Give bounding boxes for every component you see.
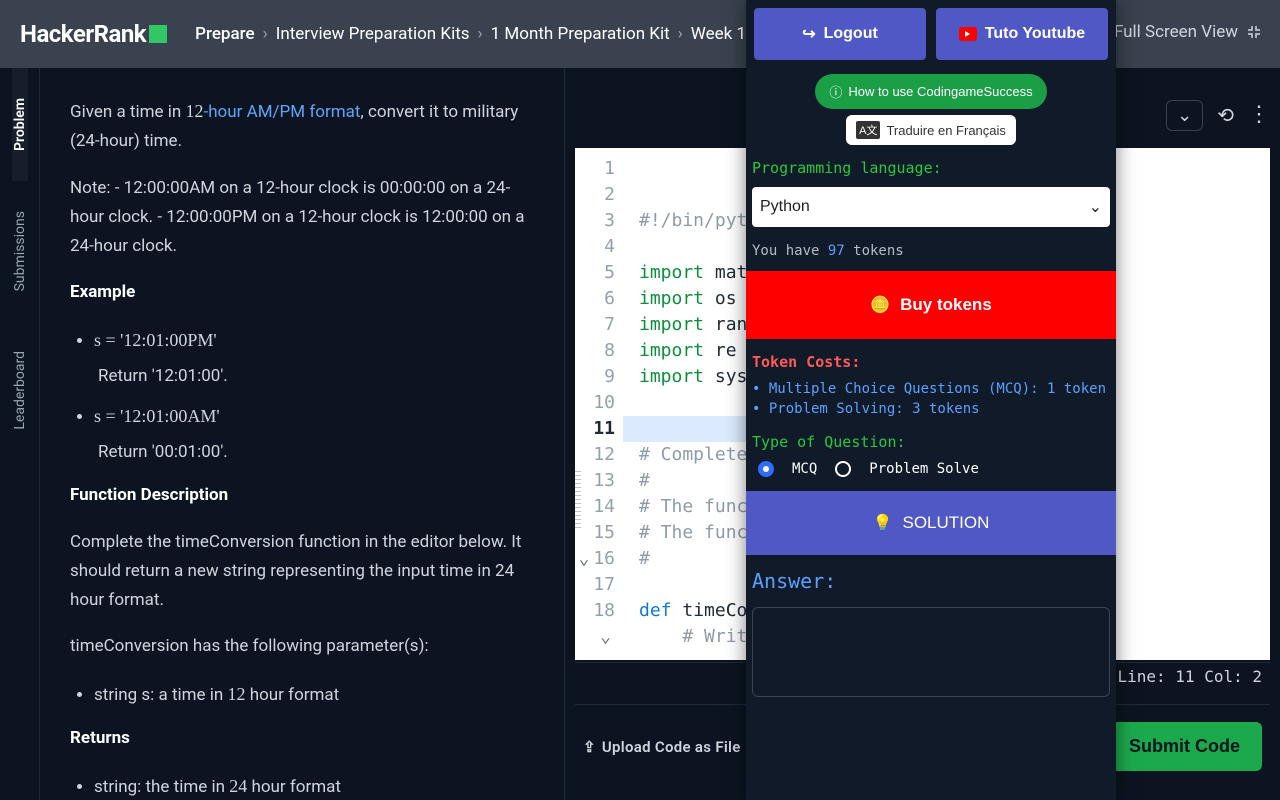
- chevron-down-icon: ⌄: [1089, 197, 1102, 217]
- language-label: Programming language:: [746, 151, 1116, 183]
- problem-pane[interactable]: Given a time in 12-hour AM/PM format, co…: [40, 68, 565, 800]
- editor-toolbar: ⌄ ⟲ ⋮: [1166, 90, 1270, 140]
- extension-panel: ↪ Logout Tuto Youtube ⓘ How to use Codin…: [746, 0, 1116, 800]
- param-list: string s: a time in 12 hour format: [70, 679, 536, 710]
- line-gutter: 1234567 891011 12131415 ⌄161718⌄: [575, 148, 623, 660]
- tab-leaderboard[interactable]: Leaderboard: [12, 321, 28, 460]
- translate-label: Traduire en Français: [886, 123, 1005, 138]
- how-to-use-button[interactable]: ⓘ How to use CodingameSuccess: [815, 74, 1046, 109]
- example-input: s = '12:01:00AM': [94, 406, 220, 426]
- coins-icon: 🪙: [870, 295, 890, 315]
- breadcrumb-item[interactable]: Interview Preparation Kits: [276, 24, 470, 44]
- logout-label: Logout: [824, 25, 878, 43]
- chevron-right-icon: ›: [478, 24, 483, 44]
- collapse-icon: [1246, 24, 1262, 40]
- text: You have: [752, 243, 828, 259]
- solution-button[interactable]: 💡 SOLUTION: [746, 491, 1116, 555]
- radio-mcq[interactable]: [758, 461, 774, 477]
- example-output: Return '00:01:00'.: [98, 438, 536, 467]
- logo[interactable]: HackerRank: [20, 20, 167, 48]
- translate-icon: A文: [856, 121, 880, 139]
- lightbulb-icon: 💡: [873, 513, 893, 533]
- list-item: s = '12:01:00PM' Return '12:01:00'.: [94, 325, 536, 391]
- youtube-icon: [959, 27, 977, 41]
- question-type-radios: MCQ Problem Solve: [746, 461, 1116, 491]
- tokens-line: You have 97 tokens: [746, 237, 1116, 265]
- token-costs-heading: Token Costs:: [746, 345, 1116, 379]
- chevron-right-icon: ›: [263, 24, 268, 44]
- type-of-question-label: Type of Question:: [746, 419, 1116, 461]
- youtube-label: Tuto Youtube: [985, 25, 1085, 43]
- exit-fullscreen-label: it Full Screen View: [1100, 22, 1238, 42]
- text: hour format: [246, 685, 340, 705]
- radio-ps-label: Problem Solve: [869, 461, 979, 477]
- gutter-drag-icon[interactable]: [575, 468, 581, 528]
- problem-intro: Given a time in 12-hour AM/PM format, co…: [70, 96, 536, 156]
- example-output: Return '12:01:00'.: [98, 362, 536, 391]
- answer-textarea[interactable]: [752, 607, 1110, 697]
- language-select[interactable]: Python ⌄: [752, 187, 1110, 227]
- radio-mcq-label: MCQ: [792, 461, 817, 477]
- logout-button[interactable]: ↪ Logout: [754, 8, 926, 60]
- translate-button[interactable]: A文 Traduire en Français: [846, 115, 1016, 145]
- more-menu-icon[interactable]: ⋮: [1248, 104, 1270, 126]
- returns-list: string: the time in 24 hour format: [70, 771, 536, 800]
- upload-icon: ⇪: [583, 738, 596, 756]
- logo-square-icon: [149, 25, 167, 43]
- text: string: the time in: [94, 777, 229, 797]
- heading-function-description: Function Description: [70, 485, 228, 505]
- breadcrumb: Prepare › Interview Preparation Kits › 1…: [195, 24, 759, 44]
- cost-line: • Multiple Choice Questions (MCQ): 1 tok…: [746, 379, 1116, 399]
- text: 12: [228, 684, 246, 704]
- text: 12: [186, 101, 204, 121]
- upload-code-button[interactable]: ⇪ Upload Code as File: [583, 738, 741, 756]
- list-item: s = '12:01:00AM' Return '00:01:00'.: [94, 401, 536, 467]
- answer-label: Answer:: [746, 555, 1116, 603]
- upload-label: Upload Code as File: [602, 738, 741, 756]
- example-list: s = '12:01:00PM' Return '12:01:00'. s = …: [70, 325, 536, 467]
- logo-text: HackerRank: [20, 20, 146, 48]
- text: 24: [229, 776, 247, 796]
- tab-submissions[interactable]: Submissions: [12, 181, 28, 321]
- how-label: How to use CodingameSuccess: [848, 84, 1032, 99]
- fd-params: timeConversion has the following paramet…: [70, 632, 536, 661]
- breadcrumb-item[interactable]: Week 1: [691, 24, 746, 44]
- breadcrumb-item[interactable]: 1 Month Preparation Kit: [491, 24, 670, 44]
- text: string s: a time in: [94, 685, 228, 705]
- list-item: string: the time in 24 hour format: [94, 771, 536, 800]
- language-value: Python: [760, 198, 810, 216]
- token-count: 97: [828, 243, 845, 259]
- code-body[interactable]: #!/bin/pyth import math import os import…: [623, 148, 758, 660]
- chevron-right-icon: ›: [678, 24, 683, 44]
- text: tokens: [845, 243, 904, 259]
- exit-fullscreen-button[interactable]: it Full Screen View: [1100, 22, 1262, 42]
- chevron-down-icon: ⌄: [1177, 105, 1192, 126]
- radio-problem-solve[interactable]: [835, 461, 851, 477]
- logout-icon: ↪: [802, 24, 815, 44]
- link-text[interactable]: -hour AM/PM format: [204, 102, 361, 122]
- text: hour format: [247, 777, 341, 797]
- breadcrumb-item[interactable]: Prepare: [195, 24, 254, 44]
- history-icon[interactable]: ⟲: [1217, 103, 1234, 127]
- solution-label: SOLUTION: [903, 513, 990, 533]
- side-tabs: Problem Submissions Leaderboard: [0, 68, 40, 800]
- example-input: s = '12:01:00PM': [94, 330, 217, 350]
- heading-returns: Returns: [70, 728, 130, 748]
- fd-body: Complete the timeConversion function in …: [70, 528, 536, 615]
- text: Given a time in: [70, 102, 186, 122]
- tab-problem[interactable]: Problem: [12, 68, 28, 181]
- cost-line: • Problem Solving: 3 tokens: [746, 399, 1116, 419]
- heading-example: Example: [70, 282, 135, 302]
- info-icon: ⓘ: [829, 82, 842, 101]
- buy-label: Buy tokens: [900, 295, 992, 315]
- language-dropdown[interactable]: ⌄: [1166, 100, 1203, 131]
- problem-note: Note: - 12:00:00AM on a 12-hour clock is…: [70, 174, 536, 261]
- youtube-button[interactable]: Tuto Youtube: [936, 8, 1108, 60]
- submit-code-button[interactable]: Submit Code: [1107, 722, 1262, 771]
- list-item: string s: a time in 12 hour format: [94, 679, 536, 710]
- buy-tokens-button[interactable]: 🪙 Buy tokens: [746, 271, 1116, 339]
